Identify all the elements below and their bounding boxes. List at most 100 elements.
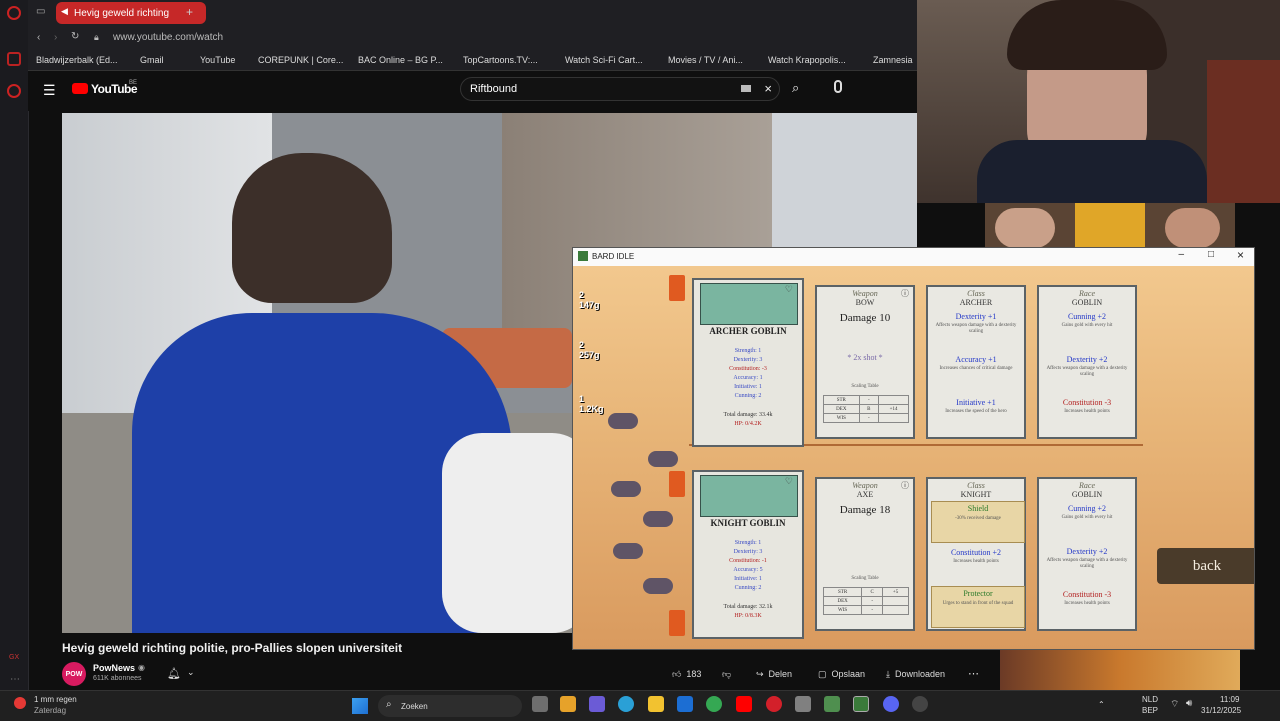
teams-icon[interactable] <box>589 696 605 712</box>
wifi-icon[interactable]: ⌔ <box>1170 698 1179 711</box>
store-icon[interactable] <box>560 696 576 712</box>
class-name: ARCHER <box>959 298 993 307</box>
file-explorer-icon[interactable] <box>648 696 664 712</box>
game-launcher-icon[interactable] <box>824 696 840 712</box>
resource-amount: 147g <box>579 300 600 310</box>
search-icon[interactable]: ⌕ <box>792 80 799 96</box>
scaling-label: Scaling Table <box>851 576 879 581</box>
microphone-icon[interactable] <box>834 80 842 93</box>
start-button-icon[interactable] <box>352 698 368 714</box>
keyboard-icon[interactable] <box>741 85 751 92</box>
class-card[interactable]: Class ARCHER Dexterity +1 Affects weapon… <box>926 285 1026 439</box>
clear-search-icon[interactable]: × <box>764 81 772 96</box>
race-card[interactable]: Race GOBLIN Cunning +2 Gains gold with e… <box>1037 285 1137 439</box>
download-icon: ⤓ <box>886 668 890 679</box>
webcam-brick-wall <box>1207 60 1280 203</box>
wallet-icon[interactable] <box>7 52 21 66</box>
forward-arrow-icon[interactable]: › <box>54 32 57 43</box>
resource-count: 1 <box>579 394 585 404</box>
volume-icon[interactable]: 🔊︎ <box>1186 698 1192 709</box>
bard-idle-taskbar-icon[interactable] <box>853 696 869 712</box>
bookmark-item[interactable]: BAC Online – BG P... <box>358 55 443 65</box>
weapon-caption: Weapon <box>852 481 878 490</box>
bookmark-item[interactable]: Movies / TV / Ani... <box>668 55 743 65</box>
speaker-icon[interactable]: ◀ <box>61 6 68 17</box>
scroll-marker-icon[interactable] <box>669 471 685 497</box>
trait-desc: Gains gold with every hit <box>1061 323 1113 328</box>
extensions-icon[interactable]: GX <box>9 654 19 661</box>
close-button[interactable]: × <box>1237 248 1244 262</box>
subscriber-count: 611K abonnees <box>93 675 142 682</box>
bookmark-item[interactable]: Bladwijzerbalk (Ed... <box>36 55 118 65</box>
weather-title[interactable]: 1 mm regen <box>34 695 77 704</box>
trait-title: Constitution +2 <box>950 548 1002 557</box>
weapon-card[interactable]: ⓘ Weapon AXE Damage 18 Scaling Table STR… <box>815 477 915 631</box>
outlook-icon[interactable] <box>677 696 693 712</box>
bookmark-item[interactable]: Zamnesia <box>873 55 913 65</box>
task-view-icon[interactable] <box>532 696 548 712</box>
browser-sidebar: GX ⋯ <box>0 0 29 690</box>
race-card[interactable]: Race GOBLIN Cunning +2 Gains gold with e… <box>1037 477 1137 631</box>
search-input[interactable]: Riftbound × <box>460 77 780 101</box>
url-field[interactable]: www.youtube.com/watch <box>113 32 223 43</box>
channel-name[interactable]: PowNews <box>93 663 135 673</box>
unit-card-knight[interactable]: ♡ KNIGHT GOBLIN Strength: 1 Dexterity: 3… <box>692 470 804 639</box>
discord-icon[interactable] <box>883 696 899 712</box>
save-button[interactable]: ▢ Opslaan <box>818 665 865 683</box>
thumbs-down-icon: 👎︎ <box>722 668 732 679</box>
bookmark-item[interactable]: Watch Sci-Fi Cart... <box>565 55 643 65</box>
enemy-sprite <box>648 451 678 467</box>
youtube-logo-icon[interactable] <box>72 83 88 94</box>
unit-stat: Dexterity: 3 <box>733 357 763 363</box>
race-name: GOBLIN <box>1071 490 1103 499</box>
back-arrow-icon[interactable]: ‹ <box>37 32 40 43</box>
bookmark-item[interactable]: Gmail <box>140 55 164 65</box>
chevron-down-icon[interactable]: ⌄ <box>187 667 195 678</box>
back-button[interactable]: back <box>1157 548 1254 584</box>
clock-time[interactable]: 11:09 <box>1220 695 1239 704</box>
more-actions-icon[interactable]: ⋯ <box>968 667 979 680</box>
scroll-up-arrow-icon[interactable] <box>669 275 685 301</box>
dislike-button[interactable]: 👎︎ <box>722 665 731 683</box>
download-button[interactable]: ⤓ Downloaden <box>886 665 945 683</box>
reload-icon[interactable]: ↻ <box>71 31 79 42</box>
language-code[interactable]: NLD <box>1142 695 1158 704</box>
notification-bell-icon[interactable]: 🔔︎ <box>167 667 181 680</box>
chrome-icon[interactable] <box>706 696 722 712</box>
minimize-button[interactable]: – <box>1178 249 1184 260</box>
unit-stat: Accuracy: 1 <box>733 375 763 381</box>
like-button[interactable]: 👍︎ 183 <box>672 665 701 683</box>
keyboard-layout: BEP <box>1142 706 1159 715</box>
trait-title: Protector <box>963 589 993 598</box>
youtube-app-icon[interactable] <box>736 696 752 712</box>
chevron-up-icon[interactable]: ⌃ <box>1098 700 1105 709</box>
weapon-card[interactable]: ⓘ Weapon BOW Damage 10 * 2x shot * Scali… <box>815 285 915 439</box>
channel-avatar[interactable]: POW <box>62 662 86 686</box>
class-card[interactable]: Class KNIGHT Shield -30% received damage… <box>926 477 1026 631</box>
opera-logo-icon[interactable] <box>7 6 21 20</box>
steam-icon[interactable] <box>912 696 928 712</box>
favorite-heart-icon[interactable]: ♡ <box>785 476 793 487</box>
weather-icon[interactable] <box>14 697 26 709</box>
taskbar-search[interactable]: ⌕ Zoeken <box>378 695 522 717</box>
scroll-down-arrow-icon[interactable] <box>669 610 685 636</box>
bookmark-item[interactable]: COREPUNK | Core... <box>258 55 343 65</box>
resource-count: 2 <box>579 340 585 350</box>
share-button[interactable]: ↪ Delen <box>756 665 792 683</box>
more-icon[interactable]: ⋯ <box>10 674 20 685</box>
edge-icon[interactable] <box>618 696 634 712</box>
hamburger-menu-icon[interactable]: ☰ <box>43 82 56 99</box>
maximize-button[interactable]: □ <box>1208 249 1214 260</box>
bookmark-item[interactable]: Watch Krapopolis... <box>768 55 846 65</box>
history-icon[interactable] <box>7 84 21 98</box>
tab-active[interactable]: ◀ Hevig geweld richting <box>56 2 206 24</box>
unit-card-archer[interactable]: ♡ ARCHER GOBLIN Strength: 1 Dexterity: 3… <box>692 278 804 447</box>
calculator-icon[interactable] <box>795 696 811 712</box>
bookmark-item[interactable]: TopCartoons.TV:... <box>463 55 538 65</box>
favorite-heart-icon[interactable]: ♡ <box>785 284 793 295</box>
tab-menu-icon[interactable]: ▭ <box>36 6 45 17</box>
opera-icon[interactable] <box>766 696 782 712</box>
enemy-sprite <box>643 511 673 527</box>
new-tab-button[interactable]: + <box>186 5 193 19</box>
bookmark-item[interactable]: YouTube <box>200 55 235 65</box>
